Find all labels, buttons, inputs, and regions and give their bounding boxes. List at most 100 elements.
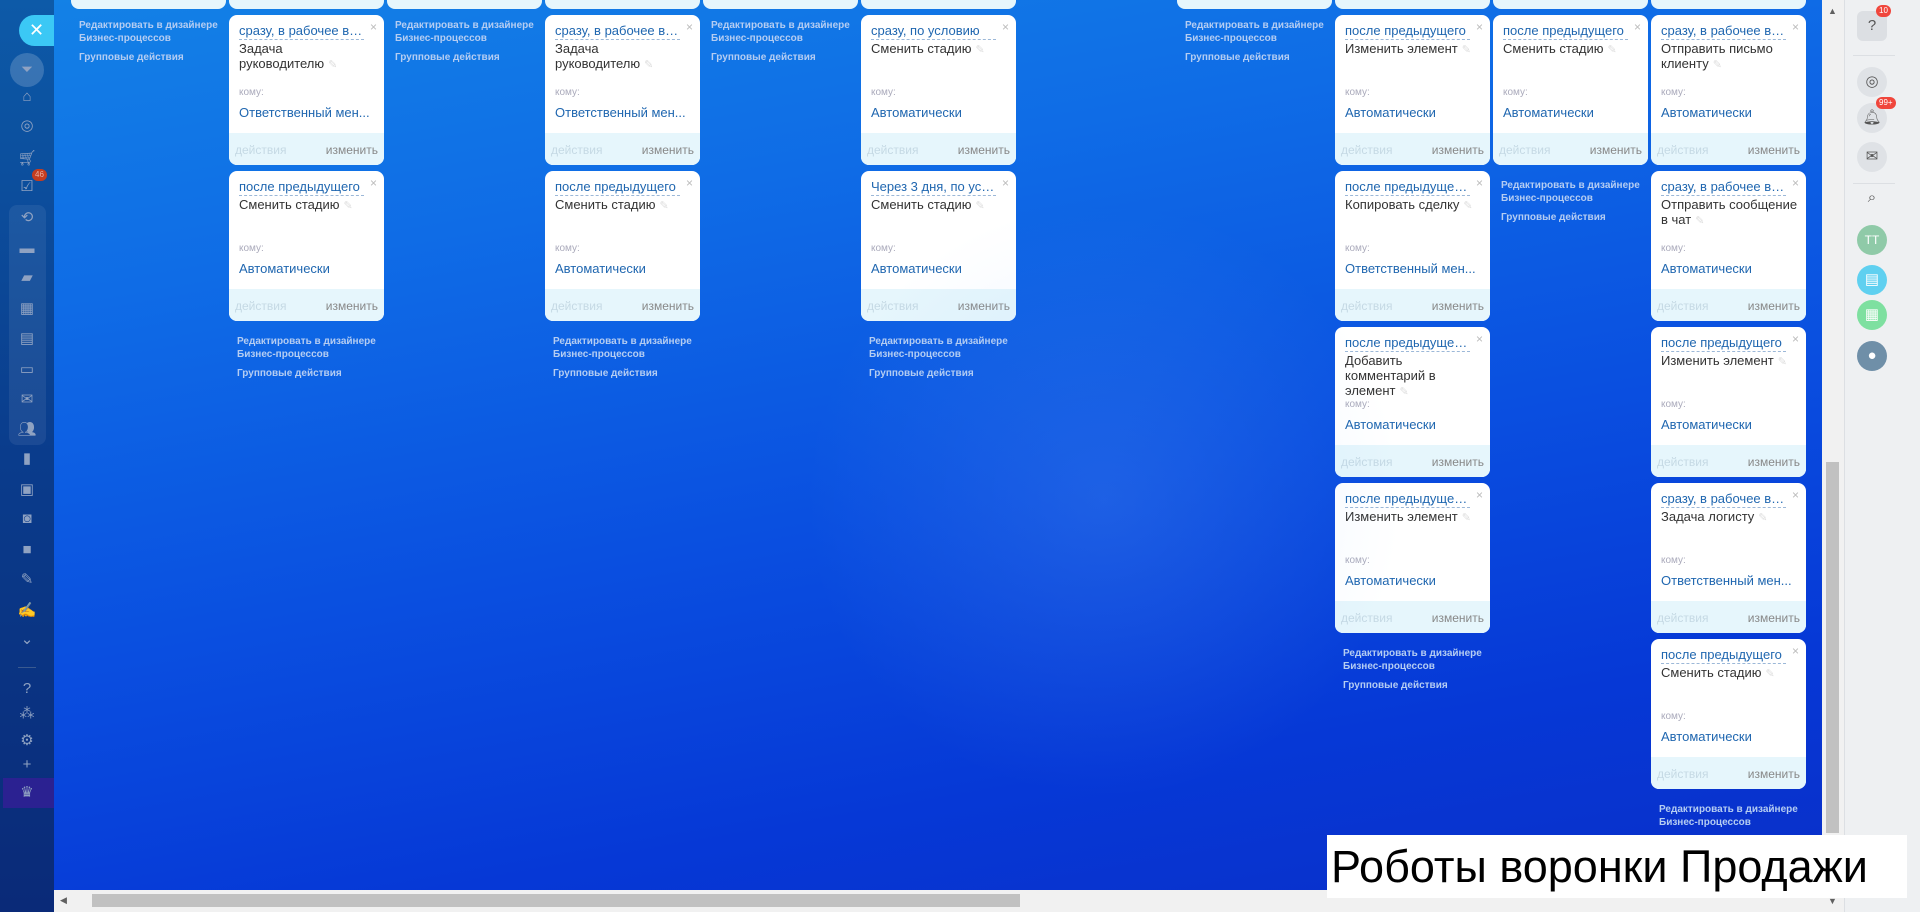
robot-trigger-link[interactable]: сразу, в рабочее врем... — [555, 23, 680, 40]
vertical-scrollbar[interactable]: ▲ ▼ — [1822, 0, 1844, 912]
pencil-icon[interactable]: ✎ — [1462, 44, 1471, 56]
edit-button[interactable]: изменить — [1748, 611, 1800, 625]
robot-card[interactable]: после предыдущего × Сменить стадию ✎ кому: Ав… — [229, 171, 384, 321]
pencil-icon[interactable]: ✎ — [659, 200, 668, 212]
close-icon[interactable]: × — [1792, 488, 1799, 502]
edit-in-designer-link[interactable]: Редактировать в дизайнере Бизнес-процесс… — [1501, 179, 1651, 205]
robot-card[interactable]: после предыдущего, п... × Изменить элемент… — [1335, 483, 1490, 633]
sidebar-item-contact-card[interactable]: ▣ — [0, 480, 54, 500]
close-icon[interactable]: × — [686, 20, 693, 34]
group-actions-link[interactable]: Групповые действия — [711, 51, 861, 64]
robot-card[interactable]: сразу, в рабочее врем... × Задача руководи… — [229, 15, 384, 165]
robot-trigger-link[interactable]: после предыдущего — [1503, 23, 1628, 40]
robot-card[interactable]: сразу, в рабочее врем... × Задача логисту✎… — [1651, 483, 1806, 633]
edit-in-designer-link[interactable]: Редактировать в дизайнере Бизнес-процесс… — [1185, 19, 1335, 45]
close-icon[interactable]: × — [1002, 176, 1009, 190]
notifications-button[interactable]: 🔔︎ 99+ — [1857, 97, 1896, 133]
recipient-link[interactable]: Автоматически — [1503, 105, 1594, 120]
group-actions-link[interactable]: Групповые действия — [79, 51, 229, 64]
close-icon[interactable]: × — [1792, 176, 1799, 190]
edit-button[interactable]: изменить — [642, 299, 694, 313]
robot-trigger-link[interactable]: после предыдущего — [555, 179, 680, 196]
robot-card[interactable]: сразу, в рабочее врем... × Отправить сообщ… — [1651, 171, 1806, 321]
robot-trigger-link[interactable]: сразу, в рабочее врем... — [1661, 23, 1786, 40]
close-icon[interactable]: × — [1792, 20, 1799, 34]
help-button[interactable]: ? 10 — [1857, 5, 1891, 41]
robot-trigger-link[interactable]: после предыдущего, п... — [1345, 179, 1470, 196]
close-icon[interactable]: × — [1476, 176, 1483, 190]
recipient-link[interactable]: Автоматически — [1345, 573, 1436, 588]
recipient-link[interactable]: Автоматически — [1345, 105, 1436, 120]
pencil-icon[interactable]: ✎ — [1695, 215, 1704, 227]
robot-card[interactable]: сразу, в рабочее врем... × Задача руководи… — [545, 15, 700, 165]
group-actions-link[interactable]: Групповые действия — [869, 367, 1019, 380]
robot-card[interactable]: после предыдущего × Сменить стадию ✎ кому: Ав… — [1651, 639, 1806, 789]
recipient-link[interactable]: Ответственный мен... — [1345, 261, 1476, 276]
pencil-icon[interactable]: ✎ — [328, 59, 337, 71]
close-icon[interactable]: × — [370, 176, 377, 190]
edit-button[interactable]: изменить — [1432, 143, 1484, 157]
sidebar-item-gear[interactable]: ⚙ — [0, 731, 54, 751]
recipient-link[interactable]: Ответственный мен... — [555, 105, 686, 120]
document-avatar[interactable]: ▦ — [1857, 300, 1887, 330]
sidebar-item-crm[interactable]: ⟲ — [0, 208, 54, 228]
recipient-link[interactable]: Автоматически — [1661, 729, 1752, 744]
pencil-icon[interactable]: ✎ — [343, 200, 352, 212]
horizontal-scroll-thumb[interactable] — [92, 894, 1020, 907]
robot-card[interactable]: после предыдущего × Сменить стадию ✎ кому: Ав… — [545, 171, 700, 321]
edit-button[interactable]: изменить — [1748, 299, 1800, 313]
robot-trigger-link[interactable]: сразу, в рабочее врем... — [1661, 491, 1786, 508]
edit-button[interactable]: изменить — [1748, 143, 1800, 157]
messages-button[interactable]: ✉ — [1857, 142, 1887, 172]
sidebar-item-cart[interactable]: 🛒︎ — [0, 149, 54, 169]
sidebar-item-filter[interactable]: ⏷ — [10, 53, 44, 87]
recipient-link[interactable]: Ответственный мен... — [1661, 573, 1792, 588]
group-actions-link[interactable]: Групповые действия — [1501, 211, 1651, 224]
edit-in-designer-link[interactable]: Редактировать в дизайнере Бизнес-процесс… — [79, 19, 229, 45]
pencil-icon[interactable]: ✎ — [1765, 668, 1774, 680]
pencil-icon[interactable]: ✎ — [644, 59, 653, 71]
close-icon[interactable]: × — [1634, 20, 1641, 34]
sidebar-item-signature[interactable]: ✍ — [0, 601, 54, 621]
robot-trigger-link[interactable]: после предыдущего, п... — [1345, 491, 1470, 508]
recipient-link[interactable]: Автоматически — [1661, 417, 1752, 432]
pencil-icon[interactable]: ✎ — [1463, 200, 1472, 212]
recipient-link[interactable]: Автоматически — [239, 261, 330, 276]
sidebar-item-sitemap[interactable]: ⁂ — [0, 704, 54, 724]
edit-in-designer-link[interactable]: Редактировать в дизайнере Бизнес-процесс… — [395, 19, 545, 45]
vertical-scroll-thumb[interactable] — [1826, 462, 1839, 833]
edit-button[interactable]: изменить — [1432, 299, 1484, 313]
group-actions-link[interactable]: Групповые действия — [237, 367, 387, 380]
sidebar-item-tasks[interactable]: ☑ 46 — [0, 169, 54, 197]
robot-trigger-link[interactable]: после предыдущего — [1661, 647, 1786, 664]
close-icon[interactable]: × — [1002, 20, 1009, 34]
edit-in-designer-link[interactable]: Редактировать в дизайнере Бизнес-процесс… — [711, 19, 861, 45]
edit-in-designer-link[interactable]: Редактировать в дизайнере Бизнес-процесс… — [237, 335, 387, 361]
scroll-left-icon[interactable]: ◀ — [60, 895, 67, 906]
recipient-link[interactable]: Ответственный мен... — [239, 105, 370, 120]
sidebar-item-document[interactable]: ▤ — [0, 329, 54, 349]
close-icon[interactable]: × — [1792, 332, 1799, 346]
robot-card[interactable]: Через 3 дня, по услов... × Сменить стадию✎… — [861, 171, 1016, 321]
sidebar-item-analytics[interactable]: ▮ — [0, 449, 54, 469]
robot-card[interactable]: после предыдущего, п... × Добавить коммент… — [1335, 327, 1490, 477]
edit-button[interactable]: изменить — [642, 143, 694, 157]
robot-card[interactable]: после предыдущего × Сменить стадию ✎ кому: Ав… — [1493, 15, 1648, 165]
robot-trigger-link[interactable]: после предыдущего — [1661, 335, 1786, 352]
edit-in-designer-link[interactable]: Редактировать в дизайнере Бизнес-процесс… — [1659, 803, 1809, 829]
recipient-link[interactable]: Автоматически — [871, 261, 962, 276]
edit-button[interactable]: изменить — [1590, 143, 1642, 157]
sidebar-item-edit-document[interactable]: ✎ — [0, 570, 54, 590]
robot-card[interactable]: после предыдущего, п... × Копировать сделк… — [1335, 171, 1490, 321]
close-icon[interactable]: × — [370, 20, 377, 34]
sidebar-item-target[interactable]: ◎ — [0, 116, 54, 136]
robot-trigger-link[interactable]: Через 3 дня, по услов... — [871, 179, 996, 196]
pencil-icon[interactable]: ✎ — [1607, 44, 1616, 56]
group-actions-link[interactable]: Групповые действия — [1343, 679, 1493, 692]
recipient-link[interactable]: Автоматически — [871, 105, 962, 120]
avatar[interactable]: TT — [1857, 225, 1887, 255]
sidebar-item-home[interactable]: ⌂ — [0, 87, 54, 107]
edit-button[interactable]: изменить — [1432, 455, 1484, 469]
pencil-icon[interactable]: ✎ — [1758, 512, 1767, 524]
edit-button[interactable]: изменить — [1748, 767, 1800, 781]
